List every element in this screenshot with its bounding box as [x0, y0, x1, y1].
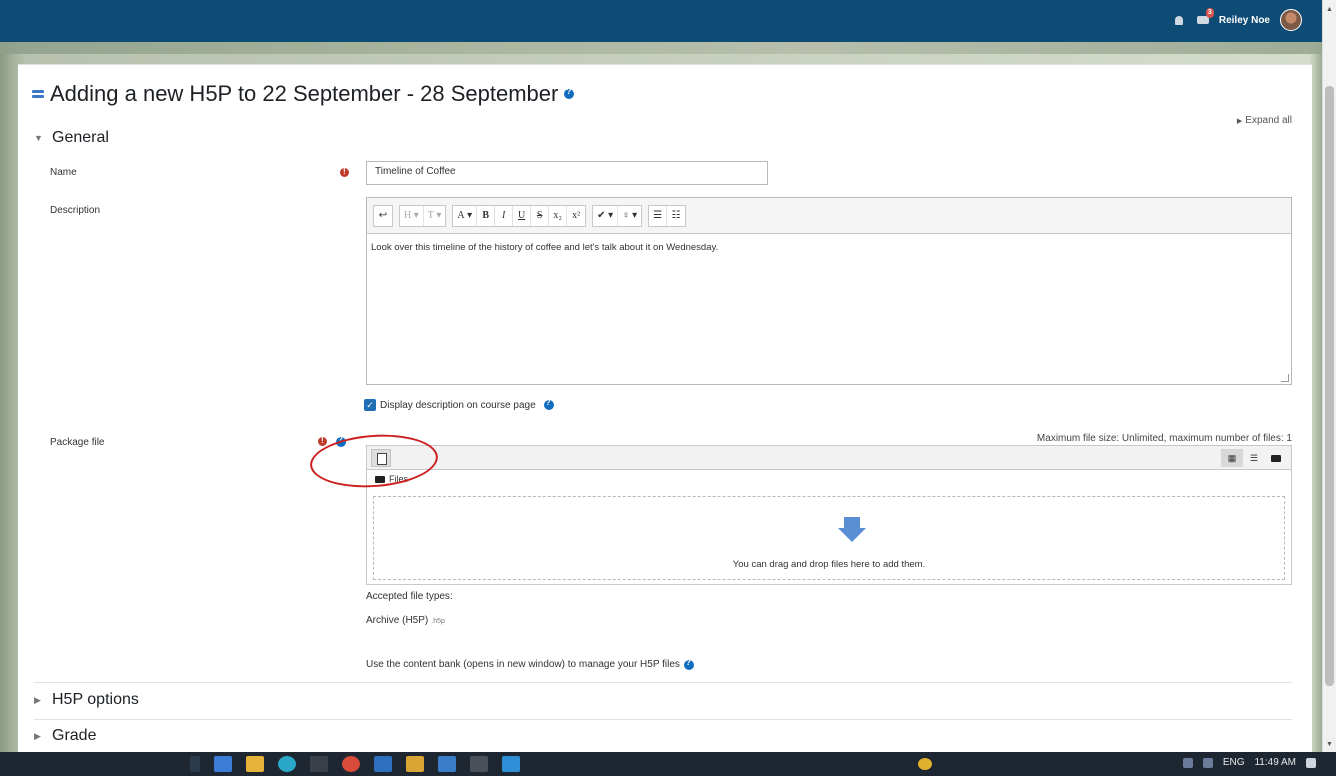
help-icon[interactable] [683, 658, 694, 670]
section-grade[interactable]: ▶ Grade [34, 727, 96, 745]
file-manager-toolbar: ▦ ☰ [367, 446, 1291, 470]
page-scrollbar[interactable]: ▲ ▼ [1322, 0, 1336, 752]
heading-button[interactable]: H ▾ [400, 205, 424, 226]
brush-icon[interactable]: ✔ ▾ [593, 205, 619, 226]
page-title: Adding a new H5P to 22 September - 28 Se… [32, 81, 575, 107]
max-file-size-text: Maximum file size: Unlimited, maximum nu… [1036, 433, 1292, 444]
superscript-button[interactable]: x² [567, 206, 585, 226]
italic-button[interactable]: I [495, 205, 514, 226]
scroll-up-icon[interactable]: ▲ [1326, 6, 1333, 13]
language-indicator[interactable]: ENG [1223, 757, 1245, 768]
task-view-icon[interactable] [190, 756, 200, 772]
view-switcher: ▦ ☰ [1221, 449, 1287, 467]
tree-view-icon[interactable] [1265, 449, 1287, 467]
scroll-thumb[interactable] [1325, 86, 1334, 686]
editor-toolbar: ↩ H ▾ T ▾ A ▾ B I U S x₂ x² ✔ ▾ ♀ ▾ ☰ ☷ [367, 198, 1291, 234]
display-description-checkbox[interactable]: ✓ [364, 399, 376, 411]
tray-app-icon[interactable] [918, 758, 932, 770]
messages-icon[interactable]: 3 [1196, 8, 1214, 26]
download-arrow-icon [838, 517, 866, 543]
notifications-bell-icon[interactable] [1174, 14, 1187, 26]
mail-app-icon[interactable] [214, 756, 232, 772]
scroll-down-icon[interactable]: ▼ [1326, 741, 1333, 748]
expand-triangle-icon: ▶ [1236, 118, 1243, 125]
taskbar-apps [190, 756, 520, 772]
chrome-browser-icon[interactable] [342, 756, 360, 772]
toolbar-toggle-button[interactable]: ↩ [374, 206, 392, 226]
chevron-right-icon: ▶ [34, 694, 41, 705]
section-general[interactable]: ▼ General [34, 129, 109, 147]
content-bank-link[interactable]: Use the content bank (opens in new windo… [366, 659, 680, 670]
subscript-button[interactable]: x₂ [549, 205, 568, 226]
store-app-icon[interactable] [310, 756, 328, 772]
user-menu-area: 3 Reiley Noe [1174, 8, 1302, 31]
divider [34, 682, 1292, 683]
list-view-icon[interactable]: ☰ [1243, 449, 1265, 467]
avatar[interactable] [1280, 9, 1302, 31]
name-field[interactable]: Timeline of Coffee [366, 161, 768, 185]
windows-taskbar: ENG 11:49 AM [0, 752, 1336, 776]
description-editor: ↩ H ▾ T ▾ A ▾ B I U S x₂ x² ✔ ▾ ♀ ▾ ☰ ☷ [366, 197, 1292, 385]
section-general-label: General [52, 129, 109, 146]
font-color-button[interactable]: A ▾ [453, 205, 478, 226]
clock[interactable]: 11:49 AM [1254, 757, 1296, 768]
notification-center-icon[interactable] [1306, 757, 1316, 768]
page-title-text: Adding a new H5P to 22 September - 28 Se… [50, 81, 559, 106]
word-app-icon[interactable] [374, 756, 392, 772]
network-icon[interactable] [1182, 757, 1193, 768]
required-icon [340, 167, 349, 177]
edge-browser-icon[interactable] [278, 756, 296, 772]
chevron-right-icon: ▶ [34, 730, 41, 741]
file-extension: .h5p [431, 618, 445, 625]
bullet-list-button[interactable]: ☰ [649, 205, 668, 226]
drop-zone[interactable]: You can drag and drop files here to add … [373, 496, 1285, 580]
package-file-label: Package file [50, 437, 105, 448]
top-navbar: 3 Reiley Noe [0, 0, 1322, 42]
resize-handle-icon[interactable] [1281, 374, 1289, 382]
sticky-notes-icon[interactable] [406, 756, 424, 772]
file-explorer-icon[interactable] [246, 756, 264, 772]
download-app-icon[interactable] [502, 756, 520, 772]
underline-button[interactable]: U [513, 205, 532, 226]
breadcrumb: Files [367, 470, 1291, 488]
grid-view-icon[interactable]: ▦ [1221, 449, 1243, 467]
divider [34, 719, 1292, 720]
outlook-app-icon[interactable] [438, 756, 456, 772]
volume-icon[interactable] [1202, 757, 1213, 768]
required-icon [318, 436, 327, 446]
drop-zone-text: You can drag and drop files here to add … [732, 559, 926, 570]
chevron-down-icon: ▼ [34, 133, 43, 143]
file-manager: ▦ ☰ Files You can drag and drop files he… [366, 445, 1292, 585]
description-text-area[interactable]: Look over this timeline of the history o… [367, 234, 1291, 261]
expand-all-link[interactable]: ▶ Expand all [1237, 115, 1292, 126]
message-count-badge: 3 [1205, 8, 1214, 18]
header-banner [0, 42, 1322, 54]
bold-button[interactable]: B [477, 205, 496, 226]
accepted-type-item: Archive (H5P) .h5p [366, 615, 445, 626]
accepted-types-label: Accepted file types: [366, 591, 453, 602]
display-description-row: ✓ Display description on course page [364, 398, 554, 411]
font-button[interactable]: T ▾ [424, 206, 446, 226]
h5p-activity-icon [32, 89, 44, 99]
help-icon[interactable] [543, 398, 554, 410]
display-description-label: Display description on course page [380, 399, 536, 411]
main-content: Adding a new H5P to 22 September - 28 Se… [18, 64, 1312, 754]
section-grade-label: Grade [52, 727, 97, 744]
content-bank-text: Use the content bank (opens in new windo… [366, 658, 694, 670]
user-name[interactable]: Reiley Noe [1219, 15, 1270, 26]
numbered-list-button[interactable]: ☷ [667, 206, 685, 226]
help-icon[interactable] [564, 87, 575, 99]
name-label: Name [50, 167, 77, 178]
section-h5p-options-label: H5P options [52, 691, 139, 708]
strikethrough-button[interactable]: S [531, 205, 550, 226]
section-h5p-options[interactable]: ▶ H5P options [34, 691, 139, 709]
description-label: Description [50, 205, 101, 216]
app-icon[interactable] [470, 756, 488, 772]
system-tray: ENG 11:49 AM [1182, 757, 1316, 768]
lightbulb-icon[interactable]: ♀ ▾ [618, 206, 641, 226]
